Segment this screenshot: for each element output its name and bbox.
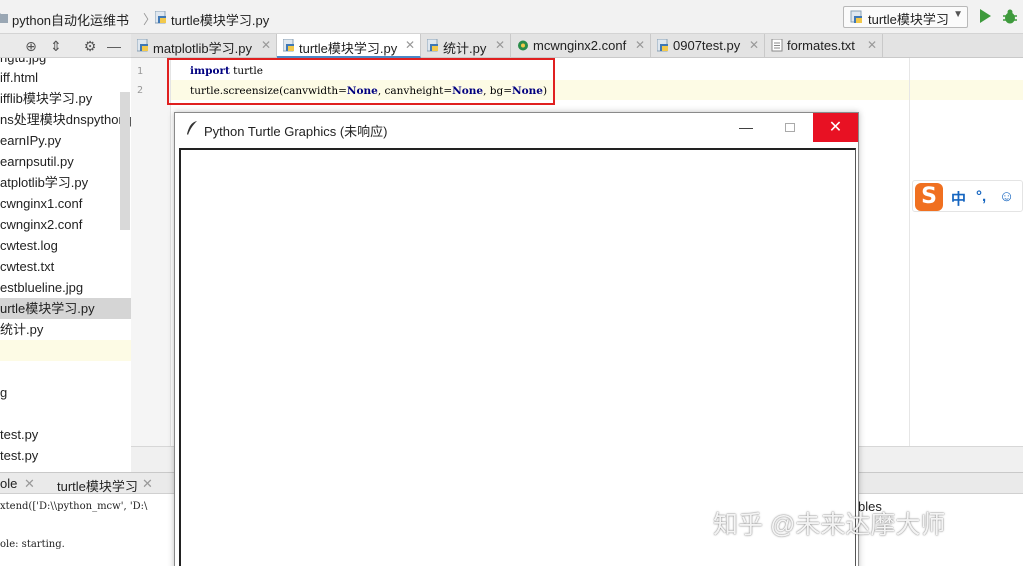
close-icon[interactable]: ✕ (24, 476, 35, 492)
tree-item[interactable]: iff.html (0, 67, 131, 88)
tab-label: mcwnginx2.conf (533, 38, 627, 53)
python-file-icon (283, 39, 294, 52)
tree-item[interactable]: cwtest.txt (0, 256, 131, 277)
tab-formates[interactable]: formates.txt ✕ (765, 34, 883, 58)
line-gutter: 1 2 (131, 58, 171, 446)
run-icon[interactable] (980, 9, 991, 23)
run-config-selector[interactable]: turtle模块学习 ▼ (843, 6, 968, 28)
close-icon[interactable]: ✕ (495, 38, 505, 52)
chevron-down-icon: ▼ (953, 9, 963, 20)
tab-tongji[interactable]: 统计.py ✕ (421, 34, 511, 58)
gear-icon[interactable]: ⚙ (82, 38, 98, 54)
breadcrumb-project[interactable]: python自动化运维书 (12, 10, 129, 29)
window-title-bar[interactable]: Python Turtle Graphics (未响应) — ✕ (175, 113, 858, 143)
tree-item[interactable]: earnpsutil.py (0, 151, 131, 172)
tab-0907test[interactable]: 0907test.py ✕ (651, 34, 765, 58)
run-config-label: turtle模块学习 (868, 12, 949, 27)
tree-item-selected[interactable]: urtle模块学习.py (0, 298, 131, 319)
maximize-icon (785, 123, 795, 132)
smiley-icon[interactable]: ☺ (999, 188, 1014, 205)
tree-scrollbar[interactable] (120, 92, 130, 230)
tree-item[interactable]: ifflib模块学习.py (0, 88, 131, 109)
python-file-icon (137, 39, 148, 52)
tab-label: 统计.py (443, 41, 487, 56)
close-icon[interactable]: ✕ (405, 38, 415, 52)
close-icon[interactable]: ✕ (261, 38, 271, 52)
tab-label: turtle模块学习.py (299, 41, 398, 56)
feather-icon (187, 121, 197, 135)
close-icon[interactable]: ✕ (635, 38, 645, 52)
tree-item[interactable]: cwnginx1.conf (0, 193, 131, 214)
right-margin-guide (909, 58, 910, 446)
folder-icon (0, 13, 8, 23)
annotation-highlight-box (167, 58, 555, 105)
tree-item[interactable]: cwtest.log (0, 235, 131, 256)
navigation-bar: python自动化运维书 〉 turtle模块学习.py turtle模块学习 … (0, 0, 1023, 34)
tab-label: formates.txt (787, 38, 855, 53)
project-tree: ngtu.jpg iff.html ifflib模块学习.py ns处理模块dn… (0, 58, 131, 472)
tree-item[interactable]: test.py (0, 445, 131, 466)
console-line: ole: starting. (0, 539, 65, 550)
editor-tab-bar: matplotlib学习.py ✕ turtle模块学习.py ✕ 统计.py … (131, 34, 1023, 58)
line-number: 2 (137, 85, 144, 96)
turtle-graphics-window[interactable]: Python Turtle Graphics (未响应) — ✕ (174, 112, 859, 566)
maximize-button[interactable] (773, 117, 809, 139)
close-button[interactable]: ✕ (813, 113, 858, 142)
locate-icon[interactable]: ⊕ (23, 38, 39, 54)
collapse-icon[interactable]: ⇕ (48, 38, 64, 54)
minimize-button[interactable]: — (728, 117, 764, 139)
breadcrumb-file[interactable]: turtle模块学习.py (171, 10, 269, 29)
ime-punctuation[interactable]: °, (976, 188, 986, 205)
tree-item[interactable]: cwnginx2.conf (0, 214, 131, 235)
close-icon[interactable]: ✕ (867, 38, 877, 52)
line-number: 1 (137, 66, 144, 77)
watermark: 知乎 @未来达摩大师 (713, 511, 946, 539)
ime-toolbar[interactable]: S 中 °, ☺ (912, 180, 1023, 212)
ime-chinese-mode[interactable]: 中 (951, 188, 966, 209)
tree-item[interactable]: estblueline.jpg (0, 277, 131, 298)
close-icon[interactable]: ✕ (749, 38, 759, 52)
tree-item[interactable] (0, 403, 131, 424)
tree-item[interactable]: earnIPy.py (0, 130, 131, 151)
debug-icon[interactable] (1003, 9, 1017, 24)
close-icon[interactable]: ✕ (142, 476, 153, 492)
tab-label: 0907test.py (673, 38, 741, 53)
config-file-icon (518, 40, 528, 51)
project-toolbar: ⊕ ⇕ ⚙ — (0, 34, 131, 58)
tree-item[interactable]: test.py (0, 424, 131, 445)
tab-mcwnginx2[interactable]: mcwnginx2.conf ✕ (511, 34, 651, 58)
turtle-canvas[interactable] (179, 148, 856, 566)
tab-label: matplotlib学习.py (153, 41, 252, 56)
tree-item[interactable] (0, 340, 131, 361)
tab-matplotlib[interactable]: matplotlib学习.py ✕ (131, 34, 277, 58)
python-config-icon (850, 10, 862, 23)
tab-console[interactable]: ole (0, 476, 17, 491)
tree-item[interactable]: g (0, 382, 131, 403)
python-file-icon (427, 39, 438, 52)
tree-item[interactable] (0, 361, 131, 382)
window-title: Python Turtle Graphics (未响应) (204, 124, 388, 139)
tab-turtle-run[interactable]: turtle模块学习 (57, 476, 138, 495)
tree-item[interactable]: ns处理模块dnspython.p (0, 109, 131, 130)
hide-icon[interactable]: — (106, 38, 122, 54)
text-file-icon (771, 39, 783, 52)
python-file-icon (657, 39, 668, 52)
sogou-logo-icon[interactable]: S (915, 183, 943, 211)
tree-item[interactable]: atplotlib学习.py (0, 172, 131, 193)
console-line: xtend(['D:\\python_mcw', 'D:\ (0, 501, 148, 512)
tree-item[interactable]: 统计.py (0, 319, 131, 340)
python-file-icon (155, 11, 166, 24)
tab-turtle[interactable]: turtle模块学习.py ✕ (277, 34, 421, 58)
